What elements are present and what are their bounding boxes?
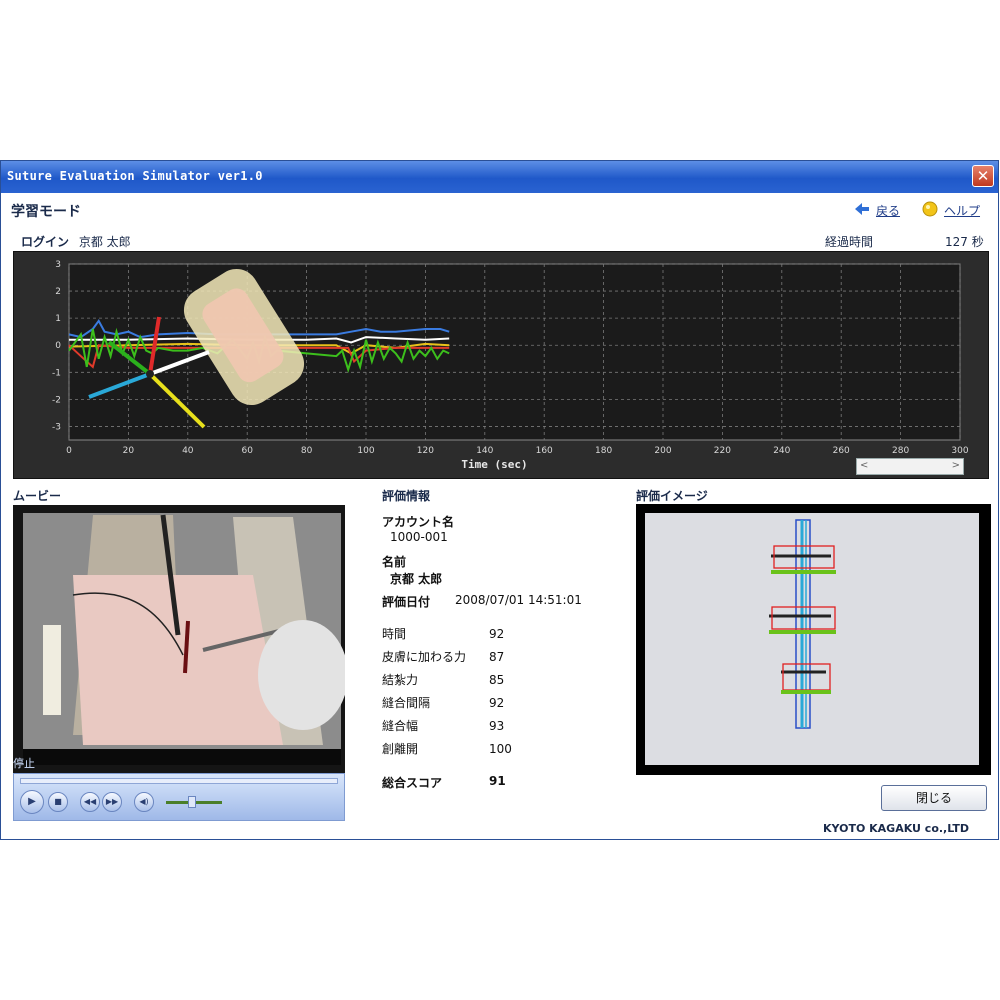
name-value: 京都 太郎 [390, 572, 443, 586]
x-tick-label: 280 [892, 446, 909, 456]
back-arrow-icon[interactable] [854, 201, 870, 217]
score-value: 100 [489, 742, 512, 756]
y-tick-label: -2 [52, 395, 61, 405]
back-link[interactable]: 戻る [876, 202, 900, 219]
y-tick-label: 3 [55, 260, 61, 270]
y-tick-label: 2 [55, 287, 61, 297]
window-title: Suture Evaluation Simulator ver1.0 [7, 169, 263, 183]
x-tick-label: 0 [66, 446, 72, 456]
elapsed-label: 経過時間 [825, 235, 874, 249]
x-tick-label: 80 [301, 446, 313, 456]
y-tick-label: -3 [52, 422, 61, 432]
title-bar: Suture Evaluation Simulator ver1.0 ✕ [1, 161, 998, 193]
play-icon[interactable]: ▶ [20, 790, 44, 814]
score-label: 時間 [382, 627, 407, 641]
movie-section-label: ムービー [13, 489, 62, 503]
score-label: 皮膚に加わる力 [382, 650, 467, 664]
scroll-right-icon[interactable]: > [952, 460, 960, 471]
media-controls: ▶ ■ ◀◀ ▶▶ ◀) [13, 773, 345, 821]
help-icon[interactable] [922, 201, 938, 217]
account-value: 1000-001 [390, 530, 448, 544]
mode-title: 学習モード [11, 204, 81, 220]
x-tick-label: 160 [536, 446, 553, 456]
x-tick-label: 240 [773, 446, 790, 456]
sensor-chart: 0 20 40 60 80 100 120 140 160 180 200 220 240 260 280 3… [52, 260, 969, 471]
date-value: 2008/07/01 14:51:01 [455, 593, 582, 607]
seek-bar[interactable] [20, 778, 338, 784]
x-tick-label: 60 [241, 446, 253, 456]
close-button[interactable]: 閉じる [881, 785, 987, 811]
previous-icon[interactable]: ◀◀ [80, 792, 100, 812]
score-value: 92 [489, 627, 505, 641]
company-name: KYOTO KAGAKU co.,LTD [823, 822, 970, 835]
sensor-graph: 0 20 40 60 80 100 120 140 160 180 200 220 240 260 280 3… [13, 251, 989, 479]
score-label: 縫合幅 [382, 719, 419, 733]
elapsed-value: 127 秒 [945, 235, 984, 249]
score-value: 85 [489, 673, 505, 687]
volume-slider-thumb[interactable] [188, 796, 196, 808]
score-label: 結紮力 [382, 673, 419, 687]
app-window: Suture Evaluation Simulator ver1.0 ✕ 学習モ… [0, 160, 999, 840]
score-value: 92 [489, 696, 505, 710]
axis-origin [146, 370, 154, 378]
score-value: 93 [489, 719, 505, 733]
help-link[interactable]: ヘルプ [944, 202, 980, 219]
total-score-value: 91 [489, 774, 506, 788]
y-tick-label: -1 [52, 368, 61, 378]
score-label: 縫合間隔 [382, 696, 431, 710]
login-user: 京都 太郎 [78, 235, 131, 249]
x-axis-label: Time (sec) [461, 458, 527, 471]
y-tick-label: 0 [55, 341, 61, 351]
score-label: 創離開 [382, 742, 419, 756]
login-label: ログイン [21, 235, 70, 249]
graph-horizontal-scrollbar[interactable]: < > [856, 458, 964, 475]
name-label: 名前 [382, 555, 407, 569]
score-value: 87 [489, 650, 505, 664]
x-tick-label: 300 [951, 446, 968, 456]
x-tick-label: 140 [476, 446, 493, 456]
login-info: ログイン 京都 太郎 [21, 233, 131, 250]
window-close-button[interactable]: ✕ [972, 165, 994, 187]
suture-video-frame [13, 505, 348, 775]
playback-status: 停止 [13, 757, 35, 770]
x-tick-label: 100 [357, 446, 374, 456]
y-tick-label: 1 [55, 314, 61, 324]
x-tick-label: 220 [714, 446, 731, 456]
x-tick-label: 260 [833, 446, 850, 456]
next-icon[interactable]: ▶▶ [102, 792, 122, 812]
suture-evaluation-image [636, 504, 991, 775]
stop-icon[interactable]: ■ [48, 792, 68, 812]
volume-icon[interactable]: ◀) [134, 792, 154, 812]
movie-player-video[interactable] [13, 505, 348, 775]
x-tick-label: 20 [123, 446, 135, 456]
date-label: 評価日付 [382, 595, 431, 609]
x-tick-label: 120 [417, 446, 434, 456]
eval-info-label: 評価情報 [382, 489, 431, 503]
scroll-left-icon[interactable]: < [860, 460, 868, 471]
x-tick-label: 40 [182, 446, 194, 456]
total-score-label: 総合スコア [382, 776, 443, 790]
x-tick-label: 200 [654, 446, 671, 456]
x-tick-label: 180 [595, 446, 612, 456]
evaluation-image [636, 504, 991, 775]
eval-image-label: 評価イメージ [636, 489, 708, 503]
account-label: アカウント名 [382, 515, 455, 529]
